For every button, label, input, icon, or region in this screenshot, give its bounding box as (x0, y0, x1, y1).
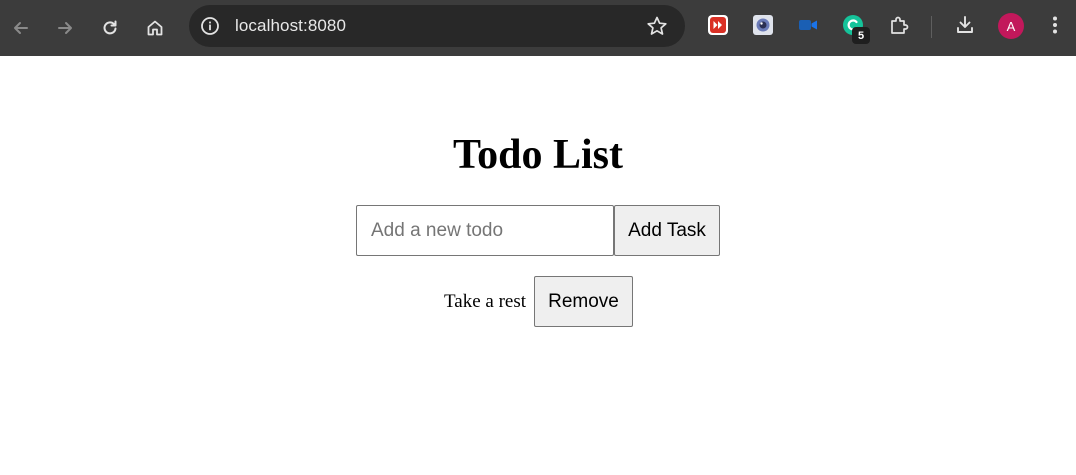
reload-icon (103, 20, 117, 35)
back-button[interactable] (3, 10, 39, 46)
downloads-button[interactable] (954, 14, 976, 36)
video-camera-extension-icon (799, 20, 817, 30)
home-button[interactable] (137, 10, 173, 46)
puzzle-icon (891, 16, 909, 34)
extensions-button[interactable] (888, 14, 910, 36)
home-icon (147, 20, 163, 36)
page-content: Todo List Add Task Take a rest Remove (0, 56, 1076, 475)
extension-video-camera[interactable] (797, 14, 819, 36)
url-text[interactable]: localhost:8080 (235, 16, 346, 36)
arrow-right-icon (58, 22, 72, 34)
reload-button[interactable] (92, 10, 128, 46)
page-title: Todo List (452, 132, 624, 178)
info-icon (201, 17, 219, 35)
address-bar[interactable]: localhost:8080 (189, 5, 685, 47)
profile-avatar[interactable]: A (998, 13, 1024, 39)
todo-item-text: Take a rest (444, 291, 527, 312)
arrow-left-icon (14, 22, 28, 34)
extension-red-forward[interactable] (707, 14, 729, 36)
download-icon (957, 16, 973, 33)
extension-camera-lens[interactable] (752, 14, 774, 36)
remove-todo-button[interactable]: Remove (534, 276, 633, 327)
toolbar-divider (931, 16, 932, 38)
add-task-button[interactable]: Add Task (614, 205, 720, 256)
site-info-button[interactable] (199, 15, 221, 37)
red-forward-extension-icon (708, 15, 728, 35)
forward-button[interactable] (47, 10, 83, 46)
bookmark-button[interactable] (645, 14, 669, 38)
kebab-menu-icon (1053, 16, 1057, 34)
extension-badge: 5 (852, 27, 870, 44)
star-icon (647, 16, 667, 35)
todo-input[interactable] (356, 205, 614, 256)
browser-menu-button[interactable] (1044, 14, 1066, 36)
browser-toolbar: localhost:8080 5 A (0, 0, 1076, 56)
camera-lens-extension-icon (753, 15, 773, 35)
